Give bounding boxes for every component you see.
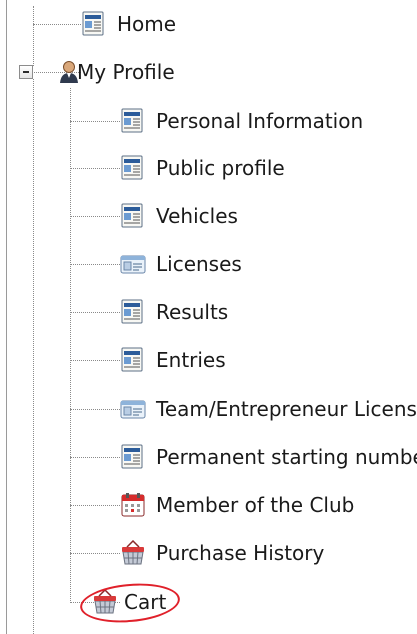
- tree-line: [33, 24, 34, 66]
- tree-item-my-profile[interactable]: My Profile: [41, 54, 177, 90]
- tree-item-results[interactable]: Results: [120, 294, 230, 330]
- tree-item-label: Results: [156, 300, 229, 324]
- tree-item-label: Vehicles: [156, 204, 238, 228]
- page-icon: [121, 203, 143, 228]
- tree-item-licenses[interactable]: Licenses: [120, 246, 244, 282]
- panel-border: [6, 0, 7, 634]
- page-icon: [121, 299, 143, 324]
- collapse-toggle[interactable]: [19, 65, 33, 79]
- tree-line: [70, 312, 120, 313]
- tree-line: [70, 264, 120, 265]
- tree-line: [70, 121, 120, 122]
- tree-line: [70, 88, 71, 603]
- calendar-icon: [121, 493, 145, 517]
- page-icon: [121, 155, 143, 180]
- tree-line: [33, 24, 81, 25]
- tree-line: [70, 216, 120, 217]
- tree-line: [70, 409, 120, 410]
- tree-item-team-entrepreneur-licenses[interactable]: Team/Entrepreneur Licenses: [120, 391, 417, 427]
- id-card-icon: [120, 400, 146, 419]
- tree-item-label: Home: [117, 12, 177, 36]
- tree-item-label: Personal Information: [156, 109, 364, 133]
- tree-item-label: Member of the Club: [156, 493, 355, 517]
- tree-item-label: My Profile: [77, 60, 175, 84]
- tree-item-label: Permanent starting numbers: [156, 445, 417, 469]
- profile-navigation-tree: Home My Profile Personal Information Pub…: [0, 0, 417, 634]
- tree-item-label: Public profile: [156, 156, 285, 180]
- tree-item-label: Purchase History: [156, 541, 325, 565]
- id-card-icon: [120, 255, 146, 274]
- tree-item-public-profile[interactable]: Public profile: [120, 150, 287, 186]
- tree-item-home[interactable]: Home: [81, 6, 178, 42]
- page-icon: [121, 444, 143, 469]
- cart-icon: [122, 540, 144, 565]
- tree-item-label: Entries: [156, 348, 226, 372]
- tree-line: [70, 457, 120, 458]
- tree-item-vehicles[interactable]: Vehicles: [120, 198, 240, 234]
- tree-item-permanent-starting-numbers[interactable]: Permanent starting numbers: [120, 439, 417, 475]
- tree-line: [70, 168, 120, 169]
- tree-line: [33, 79, 34, 634]
- page-icon: [121, 108, 143, 133]
- tree-line: [70, 505, 120, 506]
- tree-item-label: Licenses: [156, 252, 242, 276]
- page-icon: [82, 11, 104, 36]
- page-icon: [121, 347, 143, 372]
- tree-line: [33, 6, 34, 24]
- tree-item-personal-information[interactable]: Personal Information: [120, 103, 365, 139]
- tree-item-member-of-the-club[interactable]: Member of the Club: [120, 487, 356, 523]
- tree-line: [70, 360, 120, 361]
- tree-item-label: Team/Entrepreneur Licenses: [156, 397, 417, 421]
- tree-line: [70, 553, 120, 554]
- tree-item-entries[interactable]: Entries: [120, 342, 228, 378]
- tree-item-purchase-history[interactable]: Purchase History: [120, 535, 326, 571]
